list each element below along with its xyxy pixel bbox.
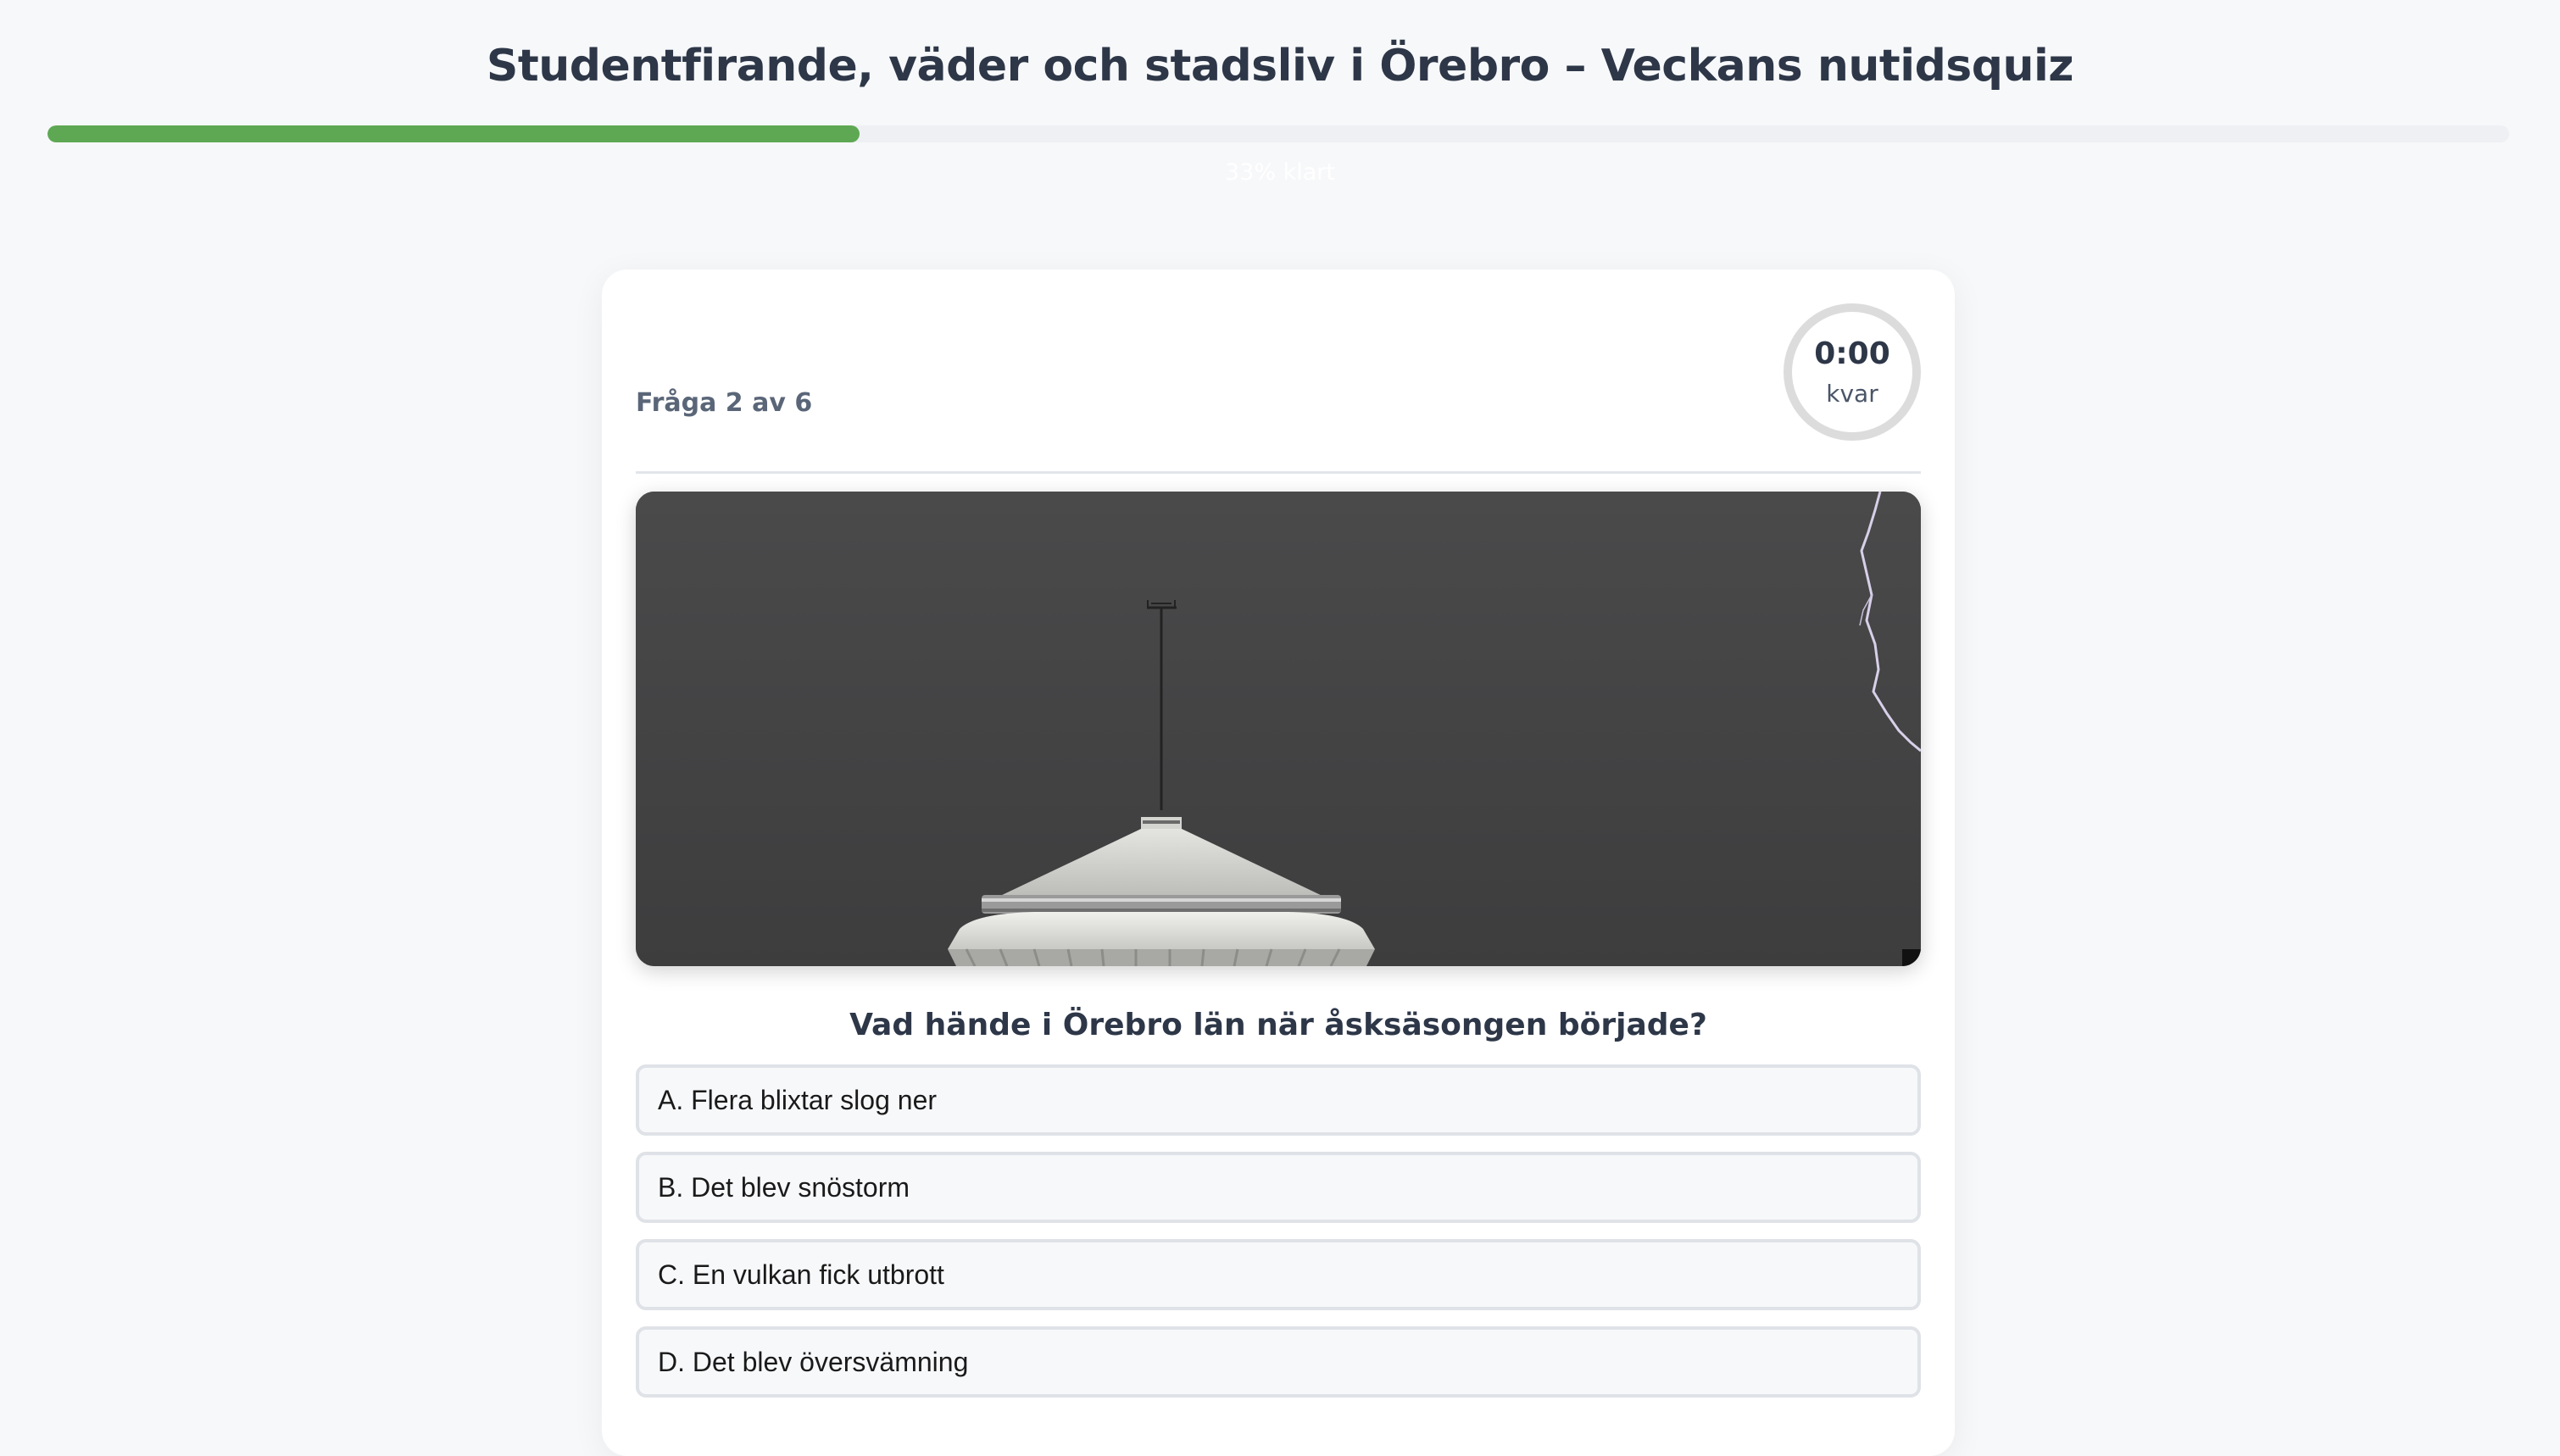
question-text: Vad hände i Örebro län när åsksäsongen b…: [849, 1008, 1707, 1042]
answer-option-b[interactable]: B. Det blev snöstorm: [636, 1152, 1921, 1223]
answer-option-c[interactable]: C. En vulkan fick utbrott: [636, 1239, 1921, 1310]
question-card: Fråga 2 av 6 0:00 kvar Vad hände i Örebr…: [602, 270, 1955, 1456]
answer-options: A. Flera blixtar slog ner B. Det blev sn…: [636, 1064, 1921, 1414]
water-tower-lightning-photo: [636, 492, 1921, 966]
question-image: [636, 492, 1921, 966]
question-counter: Fråga 2 av 6: [636, 388, 813, 418]
answer-option-a[interactable]: A. Flera blixtar slog ner: [636, 1064, 1921, 1136]
progress-bar: [47, 125, 2509, 142]
progress-bar-fill: [47, 125, 860, 142]
countdown-timer: 0:00 kvar: [1784, 303, 1921, 441]
progress-text: 33% klart: [1225, 159, 1335, 186]
question-header: Fråga 2 av 6 0:00 kvar: [636, 303, 1921, 474]
timer-label: kvar: [1826, 380, 1878, 408]
answer-option-d[interactable]: D. Det blev översvämning: [636, 1326, 1921, 1398]
timer-value: 0:00: [1814, 336, 1890, 371]
page-title: Studentfirande, väder och stadsliv i Öre…: [486, 41, 2074, 92]
